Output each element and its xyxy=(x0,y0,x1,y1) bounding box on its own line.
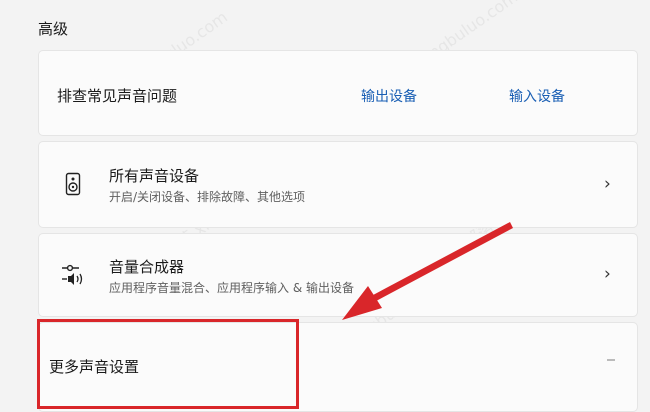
annotation-arrow xyxy=(342,222,513,320)
